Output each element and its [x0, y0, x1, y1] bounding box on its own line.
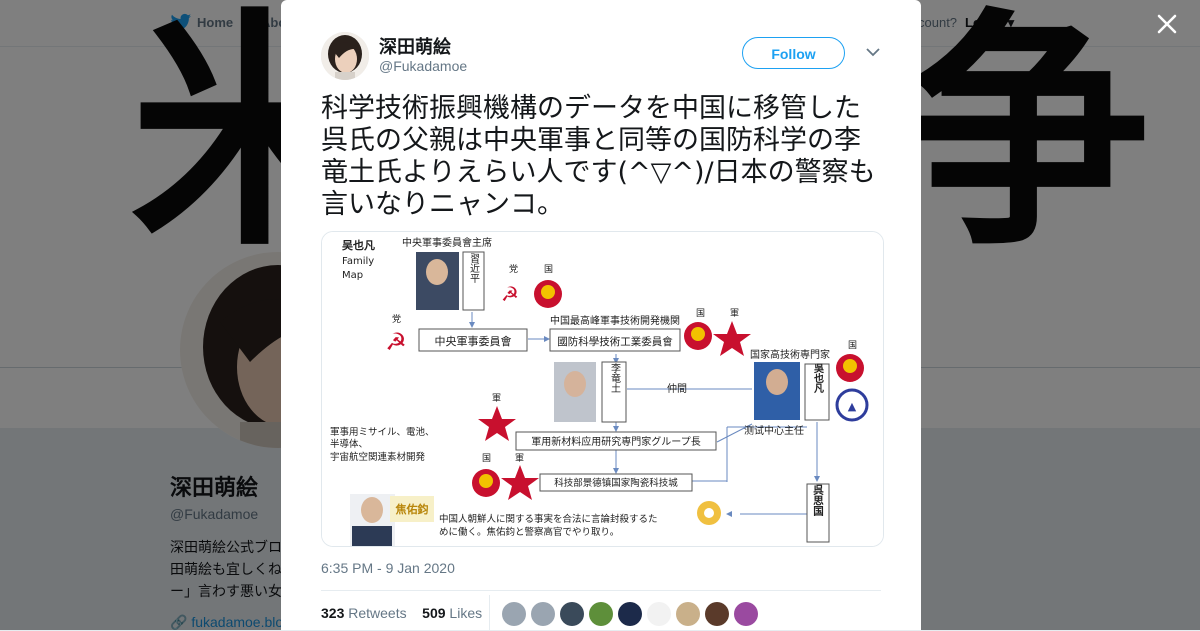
- liker-avatar[interactable]: [531, 602, 555, 626]
- li-name: 李竜土: [609, 362, 621, 393]
- costind-box: 國防科學技術工業委員會: [557, 335, 673, 348]
- military-label: 軍: [492, 393, 501, 404]
- ceramic-city-box: 科技部景德镇国家陶瓷科技城: [554, 477, 678, 489]
- liker-avatar[interactable]: [705, 602, 729, 626]
- country-label: 国: [848, 340, 857, 351]
- military-label: 軍: [730, 308, 739, 319]
- country-label: 国: [696, 308, 705, 319]
- tweet-text-line: 竜土氏よりえらい人です(^▽^)/日本の警察も: [321, 157, 876, 188]
- retweet-count: 323: [321, 605, 345, 621]
- chevron-down-icon[interactable]: [866, 47, 880, 57]
- party-label: 党: [509, 263, 518, 275]
- like-stat[interactable]: 509 Likes: [422, 605, 482, 621]
- author-handle[interactable]: @Fukadamoe: [379, 58, 467, 74]
- author-name[interactable]: 深田萌絵: [379, 33, 451, 59]
- tweet-text-line: 呉氏の父親は中央軍事と同等の国防科学の李: [321, 125, 861, 156]
- liker-avatar[interactable]: [647, 602, 671, 626]
- cmc-box: 中央軍事委員會: [435, 334, 512, 348]
- tweet-permalink-modal: 深田萌絵 @Fukadamoe Follow 科学技術振興機構のデータを中国に移…: [281, 0, 921, 630]
- country-label: 国: [544, 264, 553, 275]
- divider: [321, 590, 881, 591]
- liker-avatars: [502, 602, 758, 626]
- retweet-label: Retweets: [348, 605, 407, 621]
- tweet-text-line: 言いなりニャンコ。: [321, 189, 564, 220]
- map-subtitle-map: Map: [342, 270, 363, 281]
- top-org-label: 中国最高峰軍事技術開発機関: [550, 314, 680, 327]
- test-center-label: 测试中心主任: [744, 424, 804, 437]
- like-label: Likes: [449, 605, 483, 621]
- hammer-sickle-icon: ☭: [501, 282, 519, 306]
- bottom-text-2: めに働く。焦佑鈞と警察高官でやり取り。: [439, 526, 619, 538]
- expert-label: 国家高技術専門家: [750, 348, 830, 361]
- tweet-timestamp[interactable]: 6:35 PM - 9 Jan 2020: [321, 560, 455, 576]
- middle-label: 仲間: [667, 382, 687, 395]
- retweet-stat[interactable]: 323 Retweets: [321, 605, 407, 621]
- military-label: 軍: [515, 453, 524, 464]
- group-leader-box: 軍用新材料应用研究専門家グループ長: [531, 435, 700, 448]
- liker-avatar[interactable]: [560, 602, 584, 626]
- party-label-left: 党: [392, 313, 401, 325]
- tweet-image[interactable]: 吴也凡 Family Map 中央軍事委員會主席 習近平 党 ☭ 国 党 ☭ 中…: [321, 231, 884, 547]
- bottom-text-1: 中国人朝鮮人に関する事実を合法に言論封殺するた: [439, 513, 658, 525]
- wu-si-name: 呉思国: [812, 484, 824, 516]
- tweet-text: 科学技術振興機構のデータを中国に移管した 呉氏の父親は中央軍事と同等の国防科学の…: [321, 93, 881, 221]
- liker-avatar[interactable]: [618, 602, 642, 626]
- country-label: 国: [482, 453, 491, 464]
- jiao-name: 焦佑鈞: [395, 502, 429, 516]
- liker-avatar[interactable]: [676, 602, 700, 626]
- like-count: 509: [422, 605, 446, 621]
- materials-text-2: 半導体、: [330, 438, 368, 450]
- materials-text-1: 軍事用ミサイル、電池、: [330, 426, 435, 438]
- liker-avatar[interactable]: [734, 602, 758, 626]
- cmc-chairman-label: 中央軍事委員會主席: [402, 236, 492, 249]
- materials-text-3: 宇宙航空関連素材開発: [330, 451, 426, 463]
- close-icon[interactable]: [1155, 12, 1179, 36]
- xi-name: 習近平: [468, 253, 480, 284]
- map-title: 吴也凡: [342, 238, 375, 252]
- tweet-stats: 323 Retweets 509 Likes: [321, 605, 482, 621]
- liker-avatar[interactable]: [589, 602, 613, 626]
- tweet-text-line: 科学技術振興機構のデータを中国に移管した: [321, 93, 861, 124]
- author-avatar[interactable]: [321, 32, 369, 80]
- follow-button[interactable]: Follow: [742, 37, 845, 69]
- family-map-diagram: 吴也凡 Family Map 中央軍事委員會主席 習近平 党 ☭ 国 党 ☭ 中…: [322, 232, 883, 546]
- liker-avatar[interactable]: [502, 602, 526, 626]
- hammer-sickle-icon: ☭: [385, 328, 407, 356]
- stats-divider: [489, 595, 490, 630]
- svg-text:▲: ▲: [848, 400, 857, 413]
- map-subtitle-family: Family: [342, 256, 374, 267]
